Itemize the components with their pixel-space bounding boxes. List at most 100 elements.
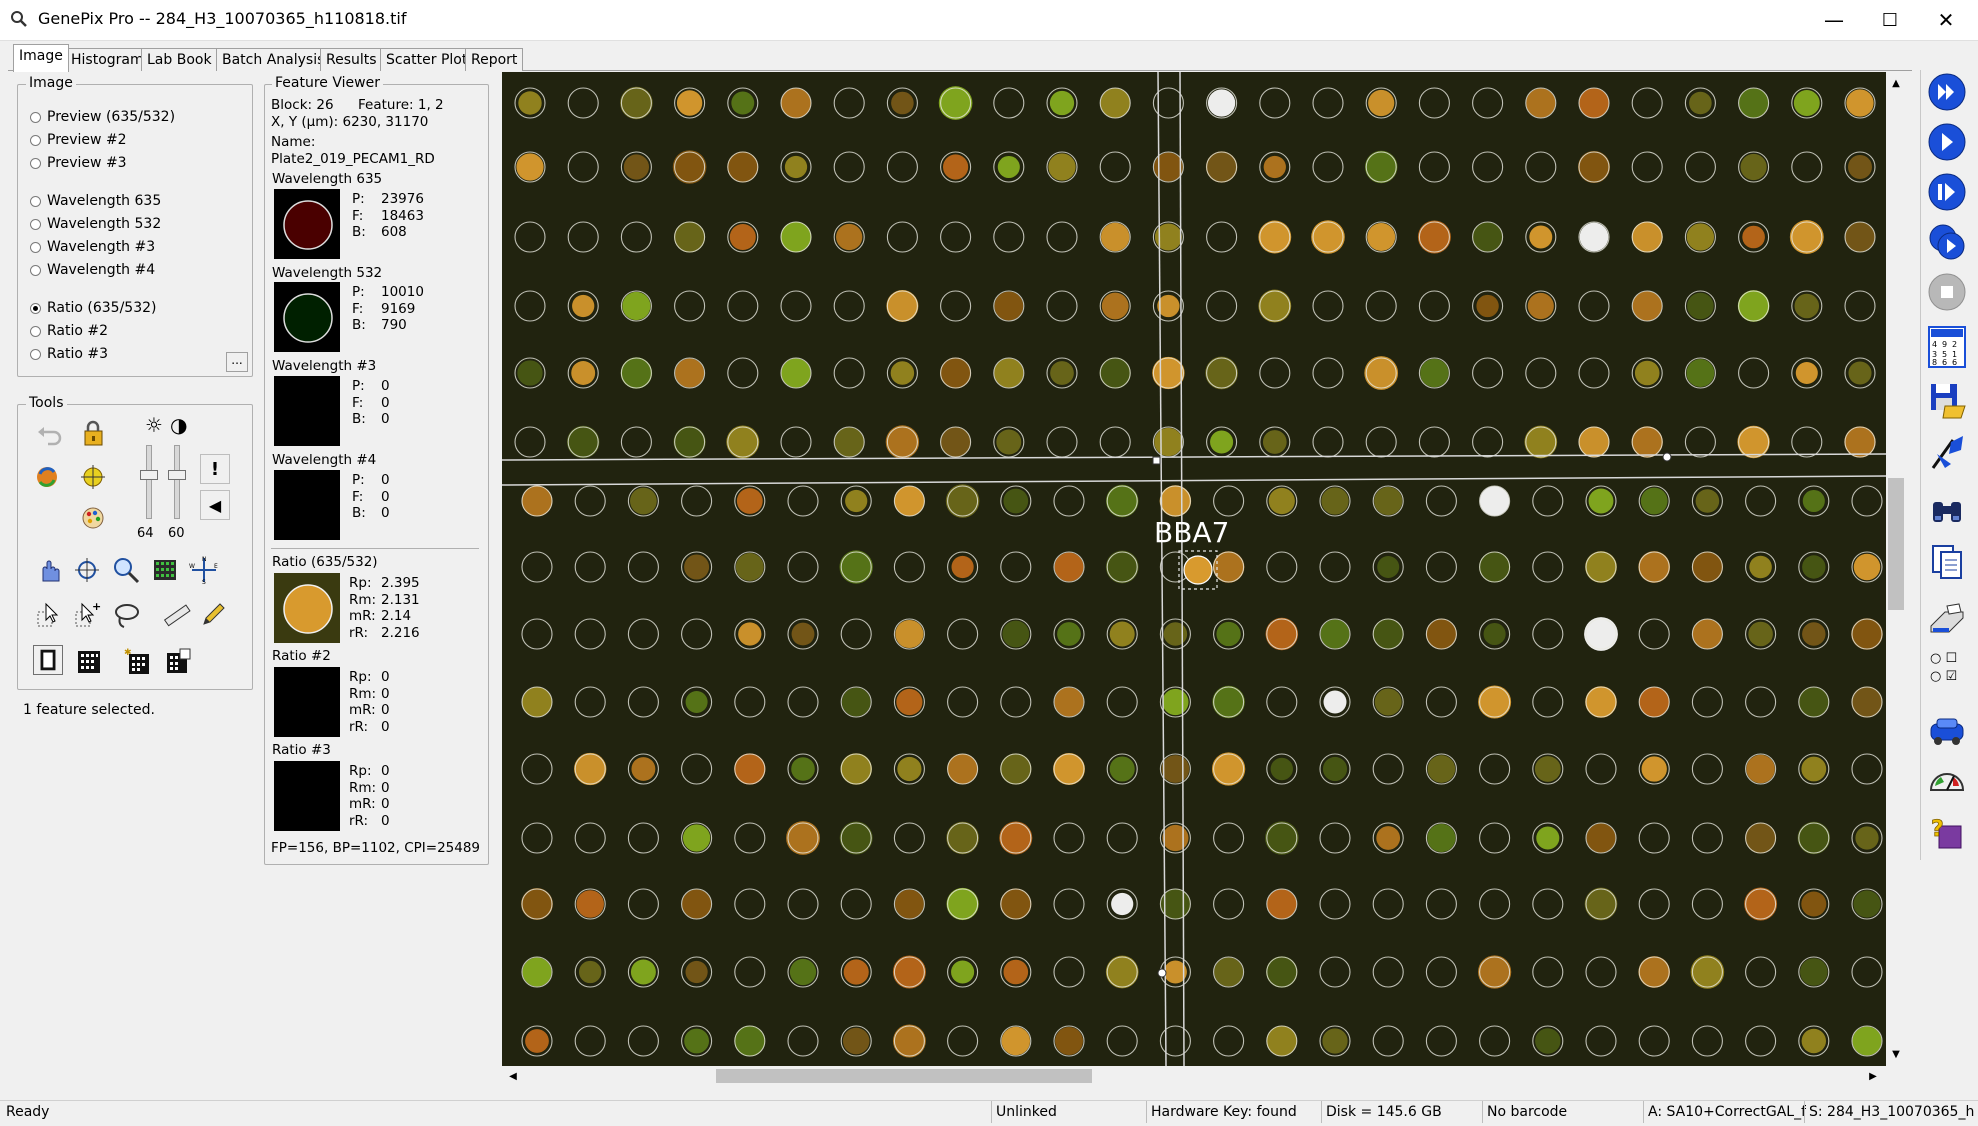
radio-preview-2[interactable]: Preview #2 [30, 131, 175, 149]
new-block-button[interactable]: ✱ [121, 645, 155, 679]
collapse-button[interactable]: ◀ [200, 490, 230, 520]
tab-scatter-plot[interactable]: Scatter Plot [380, 48, 474, 71]
add-select-button[interactable]: + [70, 598, 104, 632]
microarray-scan-canvas[interactable]: BBA7 [502, 72, 1886, 1066]
pencil-button[interactable] [196, 598, 230, 632]
status-settings-file: S: 284_H3_10070365_h... [1804, 1101, 1974, 1123]
lasso-button[interactable] [110, 598, 144, 632]
radio-dot[interactable] [30, 195, 41, 207]
radio-wavelength-4[interactable]: Wavelength #4 [30, 261, 175, 279]
horizontal-scrollbar[interactable]: ◀ ▶ [502, 1066, 1886, 1086]
tab-histogram[interactable]: Histogram [65, 48, 150, 71]
zoom-to-feature-button[interactable] [70, 553, 104, 587]
tab-lab-book[interactable]: Lab Book [141, 48, 218, 71]
tab-report[interactable]: Report [465, 48, 524, 71]
report-button[interactable] [1926, 540, 1968, 584]
right-toolbar-divider [1920, 70, 1921, 860]
feature-block: Block: 26 [271, 97, 334, 113]
horizontal-scroll-thumb[interactable] [716, 1069, 1092, 1083]
title-bar: GenePix Pro -- 284_H3_10070365_h110818.t… [0, 0, 1978, 41]
calibration-button[interactable] [1926, 758, 1968, 802]
compass-icon: N S W E [189, 556, 218, 585]
palette-button[interactable] [76, 500, 110, 534]
single-scan-button[interactable] [1926, 170, 1968, 214]
hardware-button[interactable] [1926, 708, 1968, 752]
array-spot [1802, 622, 1826, 646]
stop-button[interactable] [1926, 270, 1968, 314]
array-spot [784, 155, 808, 179]
scroll-up-arrow[interactable]: ▲ [1887, 74, 1905, 92]
radio-preview-635-532[interactable]: Preview (635/532) [30, 108, 175, 126]
find-button[interactable] [1926, 490, 1968, 534]
undo-button[interactable] [32, 418, 66, 452]
refresh-button[interactable] [30, 460, 64, 494]
radio-checkbox-row-1[interactable]: ○ ☐ [1930, 650, 1957, 668]
array-spot [1789, 220, 1824, 254]
all-blocks-button[interactable] [72, 645, 106, 679]
array-spot [946, 821, 979, 855]
array-spot [1794, 293, 1820, 319]
scroll-left-arrow[interactable]: ◀ [504, 1067, 522, 1085]
grid-tool-button[interactable] [148, 553, 182, 587]
vertical-scrollbar[interactable]: ▲ ▼ [1886, 72, 1906, 1066]
scan-fast-forward-button[interactable] [1926, 70, 1968, 114]
radio-ratio-2[interactable]: Ratio #2 [30, 322, 175, 340]
single-block-button[interactable] [33, 645, 63, 675]
radio-dot[interactable] [30, 157, 41, 169]
help-button[interactable]: ? [1926, 810, 1968, 854]
radio-preview-3[interactable]: Preview #3 [30, 154, 175, 172]
zoom-button[interactable] [109, 553, 143, 587]
save-button[interactable] [1926, 378, 1968, 422]
minimize-button[interactable]: — [1806, 0, 1862, 40]
tab-batch-analysis[interactable]: Batch Analysis [216, 48, 331, 71]
flag-button[interactable] [1926, 430, 1968, 474]
scroll-down-arrow[interactable]: ▼ [1887, 1045, 1905, 1063]
radio-dot-selected[interactable] [30, 302, 41, 314]
array-spot [892, 1024, 926, 1058]
array-spot [1852, 1026, 1882, 1056]
lock-button[interactable] [76, 416, 110, 450]
hand-tool-button[interactable] [32, 553, 66, 587]
radio-wavelength-635[interactable]: Wavelength 635 [30, 192, 175, 210]
radio-ratio-3[interactable]: Ratio #3 [30, 345, 175, 363]
radio-wavelength-532[interactable]: Wavelength 532 [30, 215, 175, 233]
radio-dot[interactable] [30, 325, 41, 337]
barcode-button[interactable]: 492351866 [1926, 325, 1968, 369]
radio-dot[interactable] [30, 241, 41, 253]
more-options-button[interactable]: ... [226, 352, 248, 372]
radio-ratio-635-532[interactable]: Ratio (635/532) [30, 299, 175, 317]
radio-dot[interactable] [30, 264, 41, 276]
scan-button[interactable] [1926, 120, 1968, 164]
select-tool-button[interactable] [32, 598, 66, 632]
radio-wavelength-3[interactable]: Wavelength #3 [30, 238, 175, 256]
microarray-scan-view[interactable]: BBA7 [502, 72, 1886, 1066]
radio-dot[interactable] [30, 348, 41, 360]
close-button[interactable]: ✕ [1918, 0, 1974, 40]
gauge-icon [1929, 773, 1965, 791]
scanner-button[interactable] [1926, 598, 1968, 642]
array-spot [1364, 150, 1398, 184]
array-spot [525, 1029, 549, 1053]
contrast-slider-thumb[interactable] [168, 470, 186, 480]
radio-dot[interactable] [30, 111, 41, 123]
maximize-button[interactable]: ☐ [1862, 0, 1918, 40]
scroll-right-arrow[interactable]: ▶ [1864, 1067, 1882, 1085]
radio-dot[interactable] [30, 134, 41, 146]
block-properties-button[interactable] [160, 645, 194, 679]
brightness-slider-thumb[interactable] [140, 470, 158, 480]
array-spot [1529, 225, 1553, 249]
array-spot [676, 90, 703, 116]
batch-scan-button[interactable] [1926, 220, 1968, 264]
radio-checkbox-row-2[interactable]: ○ ☑ [1930, 668, 1957, 686]
compass-button[interactable]: N S W E [187, 553, 221, 587]
ruler-button[interactable] [160, 598, 194, 632]
radio-dot[interactable] [30, 218, 41, 230]
center-target-button[interactable] [76, 460, 110, 494]
brightness-slider-track[interactable] [146, 445, 152, 519]
tab-results[interactable]: Results [320, 48, 383, 71]
alert-button[interactable]: ! [200, 454, 230, 484]
wavelength-3-title: Wavelength #3 [272, 358, 377, 374]
tab-image[interactable]: Image [13, 44, 69, 72]
vertical-scroll-thumb[interactable] [1888, 478, 1904, 610]
contrast-slider-track[interactable] [174, 445, 180, 519]
